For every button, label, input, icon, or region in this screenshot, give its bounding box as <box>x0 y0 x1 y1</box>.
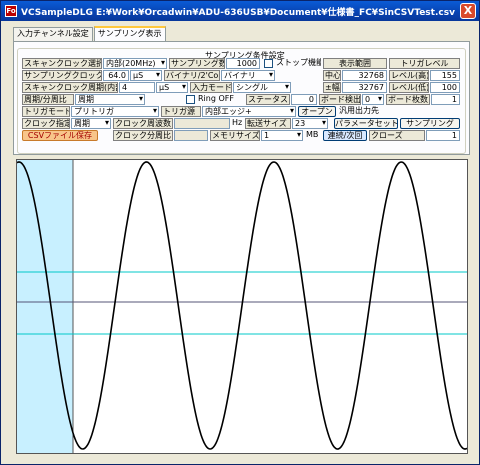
ring-off-checkbox[interactable] <box>186 95 195 104</box>
stop-function-checkbox[interactable] <box>264 59 273 68</box>
display-range-label: 表示範囲 <box>323 58 387 69</box>
trigger-level-label: トリガレベル <box>389 58 460 69</box>
close-button[interactable]: X <box>460 3 476 19</box>
tab-sampling-display[interactable]: サンプリング表示 <box>93 26 166 41</box>
center-label: 中心 <box>323 70 341 81</box>
sampling-clock-label: サンプリングクロック <box>22 70 102 81</box>
trigger-source-dropdown[interactable]: 内部エッジ+ <box>202 106 296 117</box>
highlight-region <box>17 160 73 453</box>
general-output-label: 汎用出力先 <box>339 106 379 115</box>
close-count-input[interactable]: 1 <box>426 130 460 141</box>
transfer-size-label: 転送サイズ <box>245 118 291 129</box>
sampling-clock-unit-dropdown[interactable]: μS <box>130 70 162 81</box>
period-duty-dropdown[interactable]: 周期 <box>75 94 145 105</box>
period-duty-label: 周期/分周比 <box>22 94 74 105</box>
clock-duty-input <box>174 130 208 141</box>
csv-save-button[interactable]: CSVファイル保存 <box>22 130 98 141</box>
trigger-mode-label: トリガモード <box>22 106 70 117</box>
sampling-conditions-group: サンプリング条件設定 スキャンクロック選択 内部(20MHz) サンプリング数 … <box>17 48 466 154</box>
scan-clock-period-unit-dropdown[interactable]: μS <box>156 82 188 93</box>
amplitude-label: ±幅 <box>323 82 341 93</box>
continuous-button[interactable]: 連続/次回 <box>323 130 367 141</box>
amplitude-input[interactable]: 32767 <box>342 82 387 93</box>
clock-duty-label: クロック分周比 <box>113 130 173 141</box>
memory-size-dropdown[interactable]: 1 <box>261 130 303 141</box>
status-value: 0 <box>291 94 317 105</box>
scan-clock-select-dropdown[interactable]: 内部(20MHz) <box>103 58 167 69</box>
board-count-label: ボード枚数 <box>386 94 430 105</box>
input-mode-dropdown[interactable]: シングル <box>233 82 291 93</box>
clock-spec-label: クロック指定 <box>22 118 70 129</box>
level-low-input[interactable]: 100 <box>430 82 460 93</box>
app-icon: Fo <box>5 5 17 17</box>
scan-clock-period-label: スキャンクロック周期(内部) <box>22 82 118 93</box>
board-count-input[interactable]: 1 <box>431 94 460 105</box>
waveform-plot[interactable] <box>16 159 468 454</box>
board-detect-label: ボード検出 <box>319 94 361 105</box>
waveform-svg <box>17 160 467 453</box>
sampling-button[interactable]: サンプリング <box>400 118 460 129</box>
status-label: ステータス <box>246 94 290 105</box>
tab-input-channel[interactable]: 入力チャンネル設定 <box>13 27 93 41</box>
board-detect-dropdown[interactable]: 0 <box>362 94 384 105</box>
input-mode-label: 入力モード <box>190 82 232 93</box>
trigger-source-label: トリガ源 <box>161 106 201 117</box>
stop-function-label: ストップ機能 <box>276 58 321 67</box>
transfer-size-dropdown[interactable]: 23 <box>292 118 328 129</box>
trigger-mode-dropdown[interactable]: プリトリガ <box>71 106 159 117</box>
center-input[interactable]: 32768 <box>342 70 387 81</box>
clock-spec-dropdown[interactable]: 周期 <box>71 118 111 129</box>
main-window: Fo VCSampleDLG E:¥Work¥Orcadwin¥ADU-636U… <box>0 0 480 465</box>
level-high-label: レベル(高) <box>389 70 429 81</box>
clock-frequency-input <box>174 118 230 129</box>
settings-panel: サンプリング条件設定 スキャンクロック選択 内部(20MHz) サンプリング数 … <box>13 41 470 155</box>
sine-waveform <box>17 161 467 450</box>
memory-size-label: メモリサイズ <box>210 130 260 141</box>
binary-dropdown[interactable]: バイナリ <box>221 70 275 81</box>
scan-clock-period-input[interactable]: 4 <box>119 82 155 93</box>
scan-clock-select-label: スキャンクロック選択 <box>22 58 102 69</box>
title-bar: Fo VCSampleDLG E:¥Work¥Orcadwin¥ADU-636U… <box>1 1 479 21</box>
close-label: クローズ <box>369 130 425 141</box>
tab-bar: 入力チャンネル設定 サンプリング表示 <box>13 26 167 41</box>
binary-label: バイナリ/2'Comp <box>164 70 220 81</box>
param-set-button[interactable]: パラメータセット <box>334 118 398 129</box>
level-low-label: レベル(低) <box>389 82 429 93</box>
sampling-count-input[interactable]: 1000 <box>226 58 260 69</box>
open-button[interactable]: オープン <box>298 106 336 117</box>
clock-frequency-unit: Hz <box>232 118 243 127</box>
level-high-input[interactable]: 155 <box>430 70 460 81</box>
clock-frequency-label: クロック周波数 <box>113 118 173 129</box>
sampling-clock-input[interactable]: 64.0 <box>103 70 129 81</box>
memory-size-unit: MB <box>306 130 319 139</box>
ring-off-label: Ring OFF <box>198 94 234 103</box>
window-title: VCSampleDLG E:¥Work¥Orcadwin¥ADU-636USB¥… <box>21 7 455 18</box>
sampling-count-label: サンプリング数 <box>169 58 225 69</box>
